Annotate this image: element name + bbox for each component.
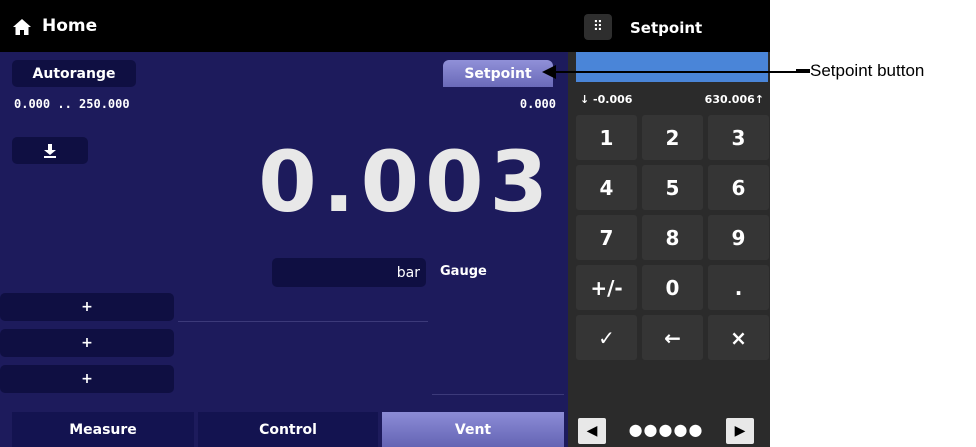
plus-button-1[interactable]: +	[0, 293, 174, 321]
tab-measure[interactable]: Measure	[12, 412, 194, 447]
setpoint-button[interactable]: Setpoint	[443, 60, 553, 87]
key-plus-minus[interactable]: +/-	[576, 265, 637, 310]
key-decimal[interactable]: .	[708, 265, 769, 310]
autorange-button[interactable]: Autorange	[12, 60, 136, 87]
keypad-title: Setpoint	[630, 19, 703, 37]
range-high: 630.006↑	[704, 93, 764, 106]
plus-button-3[interactable]: +	[0, 365, 174, 393]
next-page-icon[interactable]: ▶	[726, 418, 754, 444]
tab-control[interactable]: Control	[198, 412, 378, 447]
key-6[interactable]: 6	[708, 165, 769, 210]
plus-button-2[interactable]: +	[0, 329, 174, 357]
instrument-screen: Home Autorange 0.000 .. 250.000 Setpoint…	[0, 0, 568, 447]
range-text: 0.000 .. 250.000	[14, 97, 130, 111]
tab-vent[interactable]: Vent	[382, 412, 564, 447]
range-low: ↓ -0.006	[580, 93, 633, 106]
setpoint-entry-field[interactable]	[576, 52, 768, 82]
prev-page-icon[interactable]: ◀	[578, 418, 606, 444]
divider	[178, 321, 428, 322]
keypad-header: ⠿ Setpoint	[568, 0, 770, 52]
zero-button[interactable]	[12, 137, 88, 164]
key-3[interactable]: 3	[708, 115, 769, 160]
grip-icon[interactable]: ⠿	[584, 14, 612, 40]
key-5[interactable]: 5	[642, 165, 703, 210]
callout-line	[548, 71, 808, 73]
callout-dash	[796, 69, 810, 73]
zero-download-icon	[44, 143, 56, 158]
page-title: Home	[42, 16, 98, 36]
key-0[interactable]: 0	[642, 265, 703, 310]
home-icon[interactable]	[12, 17, 32, 37]
close-icon[interactable]: ×	[708, 315, 769, 360]
callout-label: Setpoint button	[810, 61, 925, 80]
key-2[interactable]: 2	[642, 115, 703, 160]
key-1[interactable]: 1	[576, 115, 637, 160]
key-9[interactable]: 9	[708, 215, 769, 260]
key-7[interactable]: 7	[576, 215, 637, 260]
key-8[interactable]: 8	[642, 215, 703, 260]
backspace-icon[interactable]: ←	[642, 315, 703, 360]
keypad-panel: ⠿ Setpoint ↓ -0.006 630.006↑ 1 2 3 4 5 6…	[568, 0, 770, 447]
divider	[432, 394, 564, 395]
unit-button[interactable]: bar	[272, 258, 426, 287]
key-4[interactable]: 4	[576, 165, 637, 210]
page-dots: ●●●●●	[628, 420, 704, 439]
pressure-reading: 0.003	[258, 133, 554, 231]
setpoint-value: 0.000	[519, 97, 556, 111]
top-bar: Home	[0, 0, 568, 52]
check-icon[interactable]: ✓	[576, 315, 637, 360]
mode-label[interactable]: Gauge	[440, 264, 487, 279]
